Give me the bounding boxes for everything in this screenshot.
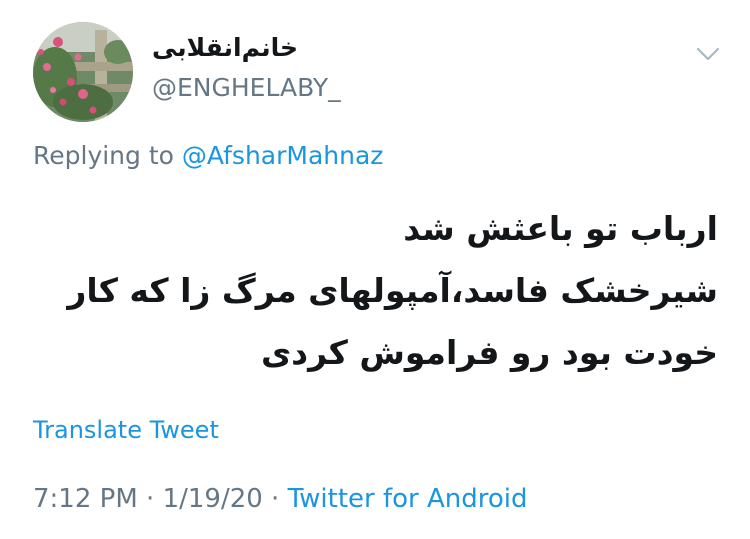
avatar-image bbox=[33, 22, 133, 122]
translate-tweet-link[interactable]: Translate Tweet bbox=[33, 416, 219, 444]
tweet-time[interactable]: 7:12 PM bbox=[33, 484, 138, 514]
replying-to-label: Replying to bbox=[33, 141, 174, 170]
tweet-text: ارباب تو باعثش شد شیرخشک فاسد،آمپولهای م… bbox=[58, 198, 718, 384]
tweet-source-link[interactable]: Twitter for Android bbox=[288, 484, 528, 514]
tweet-metadata: 7:12 PM · 1/19/20 · Twitter for Android bbox=[33, 484, 528, 514]
tweet-card: خانم‌انقلابی @ENGHELABY_ Replying to @Af… bbox=[0, 0, 750, 539]
reply-mention-link[interactable]: @AfsharMahnaz bbox=[182, 141, 384, 170]
tweet-date[interactable]: 1/19/20 bbox=[163, 484, 263, 514]
tweet-text-line: ارباب تو باعثش شد bbox=[403, 209, 718, 248]
tweet-text-line: خودت بود رو فراموش کردی bbox=[260, 333, 718, 372]
tweet-text-line: شیرخشک فاسد،آمپولهای مرگ زا که کار bbox=[67, 271, 718, 310]
user-handle[interactable]: @ENGHELABY_ bbox=[152, 73, 341, 102]
meta-separator: · bbox=[137, 484, 163, 514]
replying-to-line: Replying to @AfsharMahnaz bbox=[33, 141, 383, 170]
meta-separator: · bbox=[262, 484, 288, 514]
chevron-down-icon[interactable] bbox=[695, 44, 721, 64]
avatar[interactable] bbox=[33, 22, 133, 122]
display-name[interactable]: خانم‌انقلابی bbox=[152, 33, 298, 62]
